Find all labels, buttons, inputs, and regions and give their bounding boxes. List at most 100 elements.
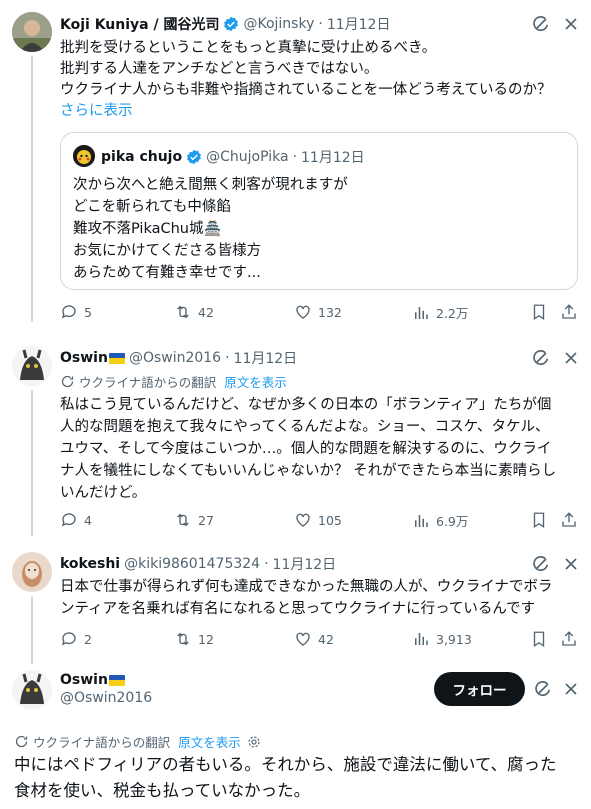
show-more-link[interactable]: さらに表示 — [60, 101, 552, 122]
reply-count: 2 — [84, 631, 92, 647]
more-icon[interactable] — [561, 14, 581, 34]
author-handle[interactable]: @Oswin2016 — [129, 350, 221, 366]
retweet-icon — [177, 513, 189, 527]
show-original-link[interactable]: 原文を表示 — [224, 372, 287, 391]
retweet-button[interactable]: 42 — [174, 303, 214, 321]
text-line: 人的な問題を抱えて我々にやってくるんだよな。ショー、コスケ、タケル、 — [60, 419, 550, 435]
reply-icon — [61, 632, 76, 646]
follow-button[interactable]: フォロー — [434, 672, 525, 706]
translated-label: ウクライナ語からの翻訳 — [79, 375, 217, 390]
quote-author-name: pika chujo — [101, 149, 183, 165]
tweet-date[interactable]: 11月12日 — [273, 554, 337, 574]
author-name[interactable]: kokeshi — [60, 556, 120, 572]
separator-dot: · — [318, 16, 323, 32]
like-icon — [296, 632, 310, 646]
grok-icon[interactable] — [531, 554, 551, 574]
author-name-text: Oswin — [60, 672, 108, 688]
text-line: 批判する人達をアンチなどと言うべきではない。 — [60, 61, 379, 77]
share-icon[interactable] — [560, 511, 578, 529]
text-line: ナ人を犠牲にしなくてもいいんじゃないか？ それができたら本当に素晴らし — [60, 463, 557, 479]
tweet3-header: kokeshi @kiki98601475324 · 11月12日 — [60, 554, 340, 574]
tweet1-header: Koji Kuniya / 國谷光司 @Kojinsky · 11月12日 — [60, 14, 394, 34]
author-name[interactable]: Koji Kuniya / 國谷光司 — [60, 14, 219, 34]
like-count: 132 — [318, 304, 342, 320]
text-line: 日本で仕事が得られず何も達成できなかった無職の人が、ウクライナでボラ — [60, 579, 553, 595]
quote-date: 11月12日 — [301, 150, 365, 166]
like-button[interactable]: 42 — [294, 630, 334, 648]
text-line: お気にかけてくださる皆様方 — [73, 243, 262, 259]
views-icon — [415, 633, 428, 645]
quote-text: 次から次へと絶え間無く刺客が現れますが どこを斬られても中條餡 難攻不落Pika… — [73, 174, 348, 284]
bookmark-icon[interactable] — [530, 511, 548, 529]
bookmark-icon[interactable] — [530, 630, 548, 648]
views-count: 2.2万 — [436, 306, 469, 321]
author-handle[interactable]: @kiki98601475324 — [124, 556, 260, 572]
text-line: ウクライナ人からも非難や指摘されていることを一体どう考えているのか？ — [60, 82, 552, 98]
views-count: 6.9万 — [436, 514, 469, 529]
views-icon — [415, 514, 428, 527]
share-icon[interactable] — [560, 303, 578, 321]
author-handle[interactable]: @Oswin2016 — [60, 690, 152, 706]
like-icon — [296, 305, 310, 319]
tweet4-text: 中にはペドフィリアの者もいる。それから、施設で違法に働いて、腐った 食材を使い、… — [14, 752, 557, 804]
more-icon[interactable] — [561, 348, 581, 368]
reply-button[interactable]: 5 — [60, 303, 92, 321]
tweet3-text: 日本で仕事が得られず何も達成できなかった無職の人が、ウクライナでボラ ンティアを… — [60, 576, 552, 620]
thread-line — [31, 596, 33, 664]
text-line: 難攻不落PikaChu城🏯 — [73, 221, 222, 237]
thread-line — [31, 390, 33, 536]
translated-label: ウクライナ語からの翻訳 — [33, 735, 171, 750]
text-line: いんだけど。 — [60, 485, 147, 501]
reply-button[interactable]: 4 — [60, 511, 92, 529]
like-button[interactable]: 132 — [294, 303, 342, 321]
tweet2-header: Oswin @Oswin2016 · 11月12日 — [60, 348, 301, 368]
share-icon[interactable] — [560, 630, 578, 648]
grok-icon[interactable] — [531, 14, 551, 34]
verified-badge-icon — [187, 149, 202, 165]
retweet-count: 27 — [198, 512, 214, 528]
text-line: 中にはペドフィリアの者もいる。それから、施設で違法に働いて、腐った — [14, 755, 557, 774]
author-name-text: Oswin — [60, 350, 108, 366]
translate-icon — [61, 375, 74, 388]
settings-icon[interactable] — [247, 735, 261, 749]
author-handle[interactable]: @Kojinsky — [243, 16, 314, 32]
thread-line — [31, 56, 33, 322]
quote-header: pika chujo @ChujoPika · 11月12日 — [101, 147, 369, 167]
text-line: 批判を受けるということをもっと真摯に受け止めるべき。 — [60, 40, 437, 56]
retweet-count: 12 — [198, 631, 214, 647]
avatar-kokeshi[interactable] — [12, 552, 52, 592]
avatar-oswin[interactable] — [12, 346, 52, 386]
tweet4-author: Oswin @Oswin2016 — [60, 672, 152, 706]
verified-badge-icon — [224, 16, 239, 32]
text-line: 次から次へと絶え間無く刺客が現れますが — [73, 177, 348, 193]
translate-icon — [15, 735, 28, 748]
retweet-icon — [177, 632, 189, 646]
more-icon[interactable] — [561, 679, 581, 699]
tweet-date[interactable]: 11月12日 — [234, 348, 298, 368]
avatar-oswin[interactable] — [12, 670, 52, 710]
translation-notice: ウクライナ語からの翻訳 原文を表示 — [14, 732, 265, 751]
avatar-koji[interactable] — [12, 12, 52, 52]
views-button[interactable]: 6.9万 — [412, 511, 468, 530]
quote-author-handle: @ChujoPika — [206, 149, 289, 165]
reply-icon — [61, 513, 76, 527]
like-count: 42 — [318, 631, 334, 647]
tweet-date[interactable]: 11月12日 — [327, 14, 391, 34]
views-button[interactable]: 2.2万 — [412, 303, 468, 322]
like-button[interactable]: 105 — [294, 511, 342, 529]
grok-icon[interactable] — [531, 348, 551, 368]
text-line: あらためて有難き幸せです... — [73, 265, 261, 281]
author-name[interactable]: Oswin — [60, 350, 125, 366]
views-button[interactable]: 3,913 — [412, 630, 472, 648]
text-line: 私はこう見ているんだけど、なぜか多くの日本の「ボランティア」たちが個 — [60, 397, 552, 413]
more-icon[interactable] — [561, 554, 581, 574]
bookmark-icon[interactable] — [530, 303, 548, 321]
retweet-button[interactable]: 12 — [174, 630, 214, 648]
author-name[interactable]: Oswin — [60, 672, 152, 688]
reply-button[interactable]: 2 — [60, 630, 92, 648]
separator-dot: · — [264, 556, 269, 572]
show-original-link[interactable]: 原文を表示 — [178, 732, 241, 751]
tweet2-text: 私はこう見ているんだけど、なぜか多くの日本の「ボランティア」たちが個 人的な問題… — [60, 394, 556, 504]
retweet-button[interactable]: 27 — [174, 511, 214, 529]
grok-icon[interactable] — [533, 679, 553, 699]
